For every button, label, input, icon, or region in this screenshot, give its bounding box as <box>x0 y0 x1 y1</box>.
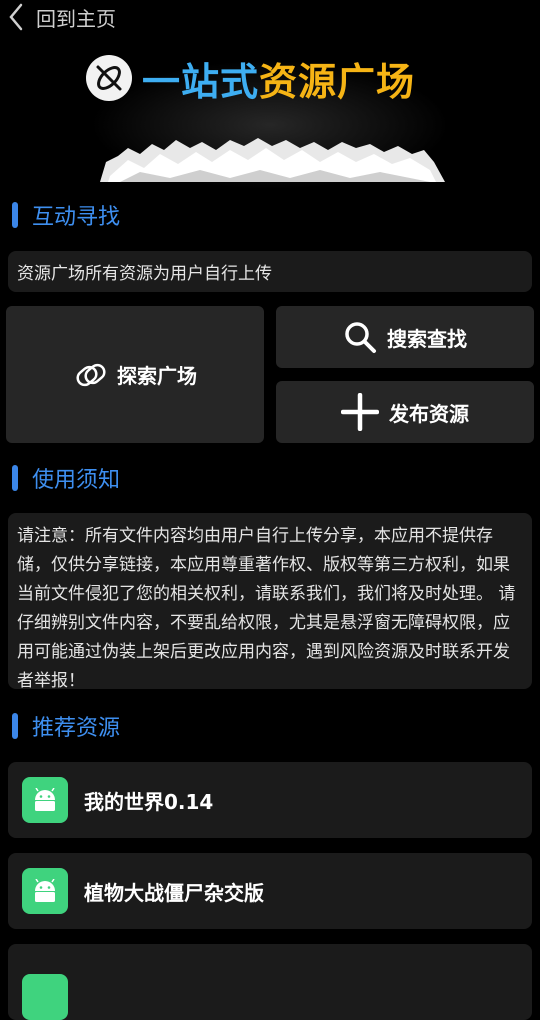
cards-illustration <box>100 138 445 182</box>
section-header-notice: 使用须知 <box>12 463 120 493</box>
banner: 一站式资源广场 <box>0 40 540 190</box>
search-button[interactable]: 搜索查找 <box>276 306 534 368</box>
explore-label: 探索广场 <box>117 364 197 388</box>
publish-label: 发布资源 <box>389 401 469 426</box>
title-part-1: 一站式 <box>142 59 260 104</box>
info-panel: 资源广场所有资源为用户自行上传 <box>8 251 532 292</box>
app-logo-icon <box>86 55 132 101</box>
android-icon <box>22 868 68 914</box>
link-icon <box>73 357 109 393</box>
publish-button[interactable]: 发布资源 <box>276 381 534 443</box>
top-bar: 回到主页 <box>0 0 540 34</box>
android-icon <box>22 777 68 823</box>
section-title: 使用须知 <box>32 468 121 493</box>
plus-icon <box>341 393 379 431</box>
chevron-left-icon <box>8 2 28 32</box>
section-header-interaction: 互动寻找 <box>12 200 120 230</box>
explore-square-button[interactable]: 探索广场 <box>6 306 264 443</box>
search-icon <box>343 320 377 354</box>
banner-title: 一站式资源广场 <box>86 54 416 104</box>
section-title: 互动寻找 <box>32 205 121 230</box>
back-home-label: 回到主页 <box>36 6 116 31</box>
android-icon <box>22 974 68 1020</box>
app-name: 植物大战僵尸杂交版 <box>84 880 264 905</box>
section-title: 推荐资源 <box>32 716 121 741</box>
back-home-button[interactable]: 回到主页 <box>0 0 116 34</box>
search-label: 搜索查找 <box>387 326 467 351</box>
info-text: 资源广场所有资源为用户自行上传 <box>17 264 272 284</box>
list-item[interactable]: 植物大战僵尸杂交版 <box>8 853 532 929</box>
title-part-2: 资源广场 <box>259 59 416 104</box>
app-name: 我的世界0.14 <box>84 789 214 814</box>
notice-text: 请注意：所有文件内容均由用户自行上传分享，本应用不提供存储，仅供分享链接，本应用… <box>17 526 516 691</box>
section-header-recommend: 推荐资源 <box>12 711 120 741</box>
list-item[interactable]: 我的世界0.14 <box>8 762 532 838</box>
list-item[interactable] <box>8 944 532 1020</box>
